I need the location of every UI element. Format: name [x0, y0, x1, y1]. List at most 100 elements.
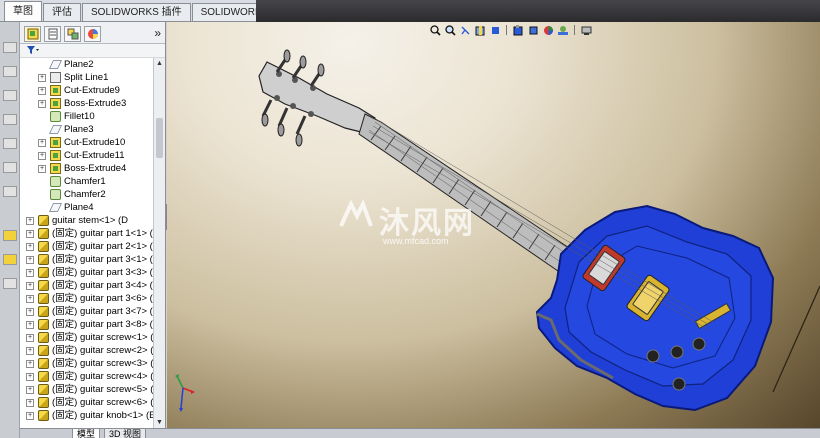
tree-item-label: Split Line1	[64, 72, 109, 83]
strip-button[interactable]	[3, 42, 17, 53]
expand-icon[interactable]: +	[38, 139, 46, 147]
strip-button[interactable]	[3, 230, 17, 241]
expand-icon[interactable]: +	[38, 87, 46, 95]
tree-item[interactable]: + (固定) guitar screw<3> (I	[20, 357, 154, 370]
tree-item-label: (固定) guitar part 3<4> (	[52, 280, 153, 291]
tab-0[interactable]: 草图	[4, 1, 42, 21]
strip-button[interactable]	[3, 90, 17, 101]
expand-icon[interactable]: +	[26, 295, 34, 303]
graphics-area[interactable]: 沐风网 www.mfcad.com	[167, 22, 820, 428]
tree-item[interactable]: + (固定) guitar part 3<7> (	[20, 305, 154, 318]
expand-icon[interactable]: +	[26, 386, 34, 394]
tree-item[interactable]: Chamfer1	[20, 175, 154, 188]
strip-button[interactable]	[3, 254, 17, 265]
expand-icon[interactable]: +	[26, 334, 34, 342]
expand-icon[interactable]: +	[38, 152, 46, 160]
tree-item[interactable]: + (固定) guitar screw<1> (I	[20, 331, 154, 344]
strip-button[interactable]	[3, 138, 17, 149]
filter-icon[interactable]	[26, 45, 40, 56]
expand-icon[interactable]: +	[38, 100, 46, 108]
tree-item-label: (固定) guitar screw<6> (I	[52, 397, 154, 408]
strip-button[interactable]	[3, 66, 17, 77]
tree-item[interactable]: Plane2	[20, 58, 154, 71]
expand-icon[interactable]: +	[26, 256, 34, 264]
guitar-neck	[358, 113, 588, 281]
configuration-manager-icon[interactable]	[64, 26, 81, 42]
strip-button[interactable]	[3, 114, 17, 125]
strip-button[interactable]	[3, 278, 17, 289]
part-feature-icon	[38, 228, 49, 239]
part-feature-icon	[38, 293, 49, 304]
tree-item-label: Cut-Extrude10	[64, 137, 126, 148]
tab-2[interactable]: SOLIDWORKS 插件	[82, 3, 191, 21]
expand-icon[interactable]: +	[26, 230, 34, 238]
tree-item[interactable]: + (固定) guitar part 3<3> (	[20, 266, 154, 279]
expand-icon[interactable]: +	[26, 347, 34, 355]
tree-item[interactable]: + (固定) guitar part 2<1> (	[20, 240, 154, 253]
fillet-feature-icon	[50, 111, 61, 122]
tab-3d-views[interactable]: 3D 视图	[104, 429, 147, 438]
tree-item[interactable]: + (固定) guitar screw<4> (I	[20, 370, 154, 383]
property-manager-icon[interactable]	[44, 26, 61, 42]
expand-icon[interactable]: +	[26, 412, 34, 420]
guitar-headstock	[258, 49, 376, 147]
tree-item[interactable]: + (固定) guitar screw<6> (I	[20, 396, 154, 409]
tab-model[interactable]: 模型	[72, 429, 101, 438]
scroll-up-icon[interactable]: ▲	[156, 60, 163, 67]
tree-item[interactable]: + Cut-Extrude10	[20, 136, 154, 149]
expand-icon[interactable]: +	[26, 243, 34, 251]
tree-item[interactable]: + Cut-Extrude11	[20, 149, 154, 162]
tree-item-label: (固定) guitar part 1<1> (	[52, 228, 153, 239]
tree-scrollbar[interactable]: ▲ ▼	[153, 58, 165, 428]
part-feature-icon	[38, 397, 49, 408]
strip-button[interactable]	[3, 186, 17, 197]
tree-item[interactable]: Plane4	[20, 201, 154, 214]
part-feature-icon	[38, 215, 49, 226]
tree-item[interactable]: + (固定) guitar part 1<1> (	[20, 227, 154, 240]
tree-item[interactable]: + Split Line1	[20, 71, 154, 84]
expand-icon[interactable]: +	[26, 399, 34, 407]
scroll-thumb[interactable]	[156, 118, 163, 158]
collapse-panel-button[interactable]: »	[154, 26, 161, 40]
tree-item[interactable]: + (固定) guitar knob<1> (E	[20, 409, 154, 422]
tree-item[interactable]: Fillet10	[20, 110, 154, 123]
tree-item[interactable]: + guitar stem<1> (D	[20, 214, 154, 227]
feature-manager-icon[interactable]	[24, 26, 41, 42]
tree-item[interactable]: + (固定) guitar part 3<6> (	[20, 292, 154, 305]
expand-icon[interactable]: +	[26, 269, 34, 277]
tab-1[interactable]: 评估	[43, 3, 81, 21]
tree-item[interactable]: + (固定) guitar screw<5> (I	[20, 383, 154, 396]
tree-item[interactable]: Plane3	[20, 123, 154, 136]
expand-icon[interactable]: +	[26, 321, 34, 329]
tree-item-label: Plane3	[64, 124, 94, 135]
expand-icon[interactable]: +	[26, 217, 34, 225]
tree-item[interactable]: + (固定) guitar screw<2> (I	[20, 344, 154, 357]
tree-item[interactable]: + (固定) guitar part 3<1> (	[20, 253, 154, 266]
tree-item-label: Plane2	[64, 59, 94, 70]
model-view-tabs: 模型 3D 视图	[20, 428, 820, 438]
tree-item-label: (固定) guitar screw<4> (I	[52, 371, 154, 382]
expand-icon[interactable]: +	[38, 74, 46, 82]
watermark-logo-icon	[339, 198, 373, 227]
tree-item[interactable]: + Cut-Extrude9	[20, 84, 154, 97]
guitar-model[interactable]	[167, 22, 820, 428]
plane-feature-icon	[49, 60, 62, 69]
scroll-down-icon[interactable]: ▼	[156, 419, 163, 426]
expand-icon[interactable]: +	[26, 373, 34, 381]
tree-item[interactable]: + Boss-Extrude3	[20, 97, 154, 110]
expand-icon[interactable]: +	[26, 282, 34, 290]
watermark: 沐风网 www.mfcad.com	[335, 198, 473, 246]
expand-icon[interactable]: +	[38, 165, 46, 173]
tree-item-label: Cut-Extrude11	[64, 150, 125, 161]
tree-item[interactable]: Chamfer2	[20, 188, 154, 201]
tree-item[interactable]: + Boss-Extrude4	[20, 162, 154, 175]
expand-icon[interactable]: +	[26, 360, 34, 368]
tree-item[interactable]: + (固定) guitar part 3<4> (	[20, 279, 154, 292]
tree-item-label: (固定) guitar screw<5> (I	[52, 384, 154, 395]
strip-button[interactable]	[3, 162, 17, 173]
expand-icon[interactable]: +	[26, 308, 34, 316]
fillet-feature-icon	[50, 189, 61, 200]
tree-item[interactable]: + (固定) guitar part 3<8> (	[20, 318, 154, 331]
display-manager-icon[interactable]	[84, 26, 101, 42]
tree-item-label: (固定) guitar part 3<3> (	[52, 267, 153, 278]
